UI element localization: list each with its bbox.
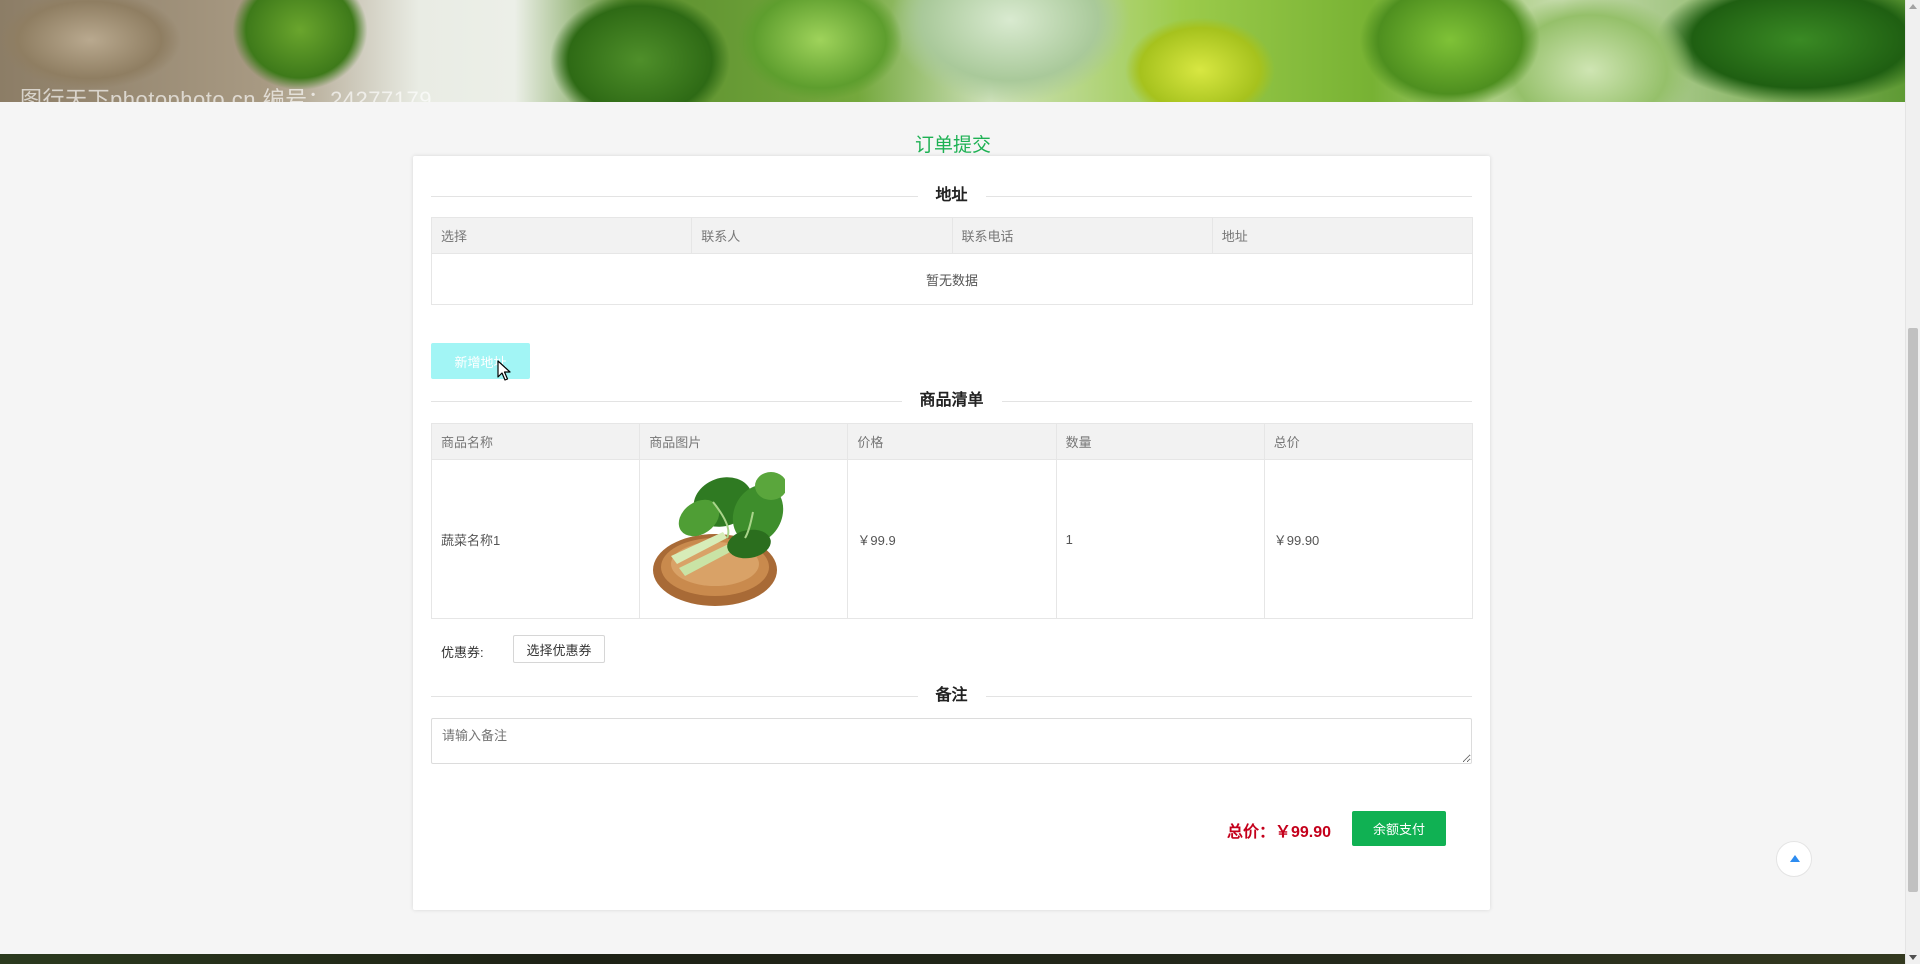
- banner-watermark: 图行天下photophoto.cn 编号：24277179: [20, 87, 432, 102]
- goods-col-price: 价格: [847, 423, 1057, 460]
- address-col-contact: 联系人: [691, 217, 953, 254]
- mouse-cursor-icon: [497, 360, 511, 381]
- goods-section-label: 商品清单: [901, 391, 1002, 411]
- goods-name-cell: 蔬菜名称1: [430, 459, 641, 619]
- remark-section-title: 备注: [431, 686, 1472, 706]
- remark-section-label: 备注: [917, 686, 986, 706]
- goods-col-total: 总价: [1263, 423, 1474, 460]
- scrollbar-thumb[interactable]: [1908, 328, 1918, 892]
- select-coupon-button[interactable]: 选择优惠券: [513, 635, 605, 663]
- goods-col-quantity: 数量: [1055, 423, 1265, 460]
- scroll-up-icon[interactable]: [1909, 4, 1917, 9]
- scroll-down-icon[interactable]: [1909, 955, 1917, 960]
- add-address-button[interactable]: 新增地址: [431, 343, 530, 379]
- address-col-select: 选择: [430, 217, 693, 254]
- balance-pay-button[interactable]: 余额支付: [1352, 811, 1446, 846]
- page-title: 订单提交: [914, 135, 991, 156]
- goods-total-cell: ￥99.90: [1263, 459, 1474, 619]
- address-col-phone: 联系电话: [951, 217, 1213, 254]
- order-card: 地址 选择 联系人 联系电话 地址 暂无数据 新增地址 商品清单 商品名称 商品…: [413, 156, 1490, 910]
- address-table: 选择 联系人 联系电话 地址 暂无数据: [430, 217, 1474, 305]
- product-image: [653, 472, 786, 606]
- page-footer: [0, 954, 1906, 964]
- order-total: 总价：￥99.90: [1227, 824, 1332, 841]
- remark-input[interactable]: [431, 718, 1472, 764]
- address-empty-text: 暂无数据: [431, 253, 1473, 305]
- address-col-address: 地址: [1211, 217, 1474, 254]
- goods-section-title: 商品清单: [431, 391, 1472, 411]
- vertical-scrollbar[interactable]: [1905, 0, 1920, 964]
- goods-table: 商品名称 商品图片 价格 数量 总价 蔬菜名称1 ￥99.9 1 ￥99.90: [430, 423, 1474, 619]
- table-row: 蔬菜名称1 ￥99.9 1 ￥99.90: [430, 459, 1474, 619]
- goods-col-name: 商品名称: [430, 423, 641, 460]
- goods-price-cell: ￥99.9: [847, 459, 1057, 619]
- back-to-top-icon[interactable]: [1776, 841, 1812, 877]
- goods-col-image: 商品图片: [639, 423, 849, 460]
- coupon-label: 优惠券:: [441, 645, 484, 660]
- address-section-label: 地址: [917, 186, 986, 206]
- address-section-title: 地址: [431, 186, 1472, 206]
- header-banner: 图行天下photophoto.cn 编号：24277179: [0, 0, 1906, 102]
- goods-image-cell: [639, 459, 849, 619]
- goods-quantity-cell: 1: [1055, 459, 1265, 619]
